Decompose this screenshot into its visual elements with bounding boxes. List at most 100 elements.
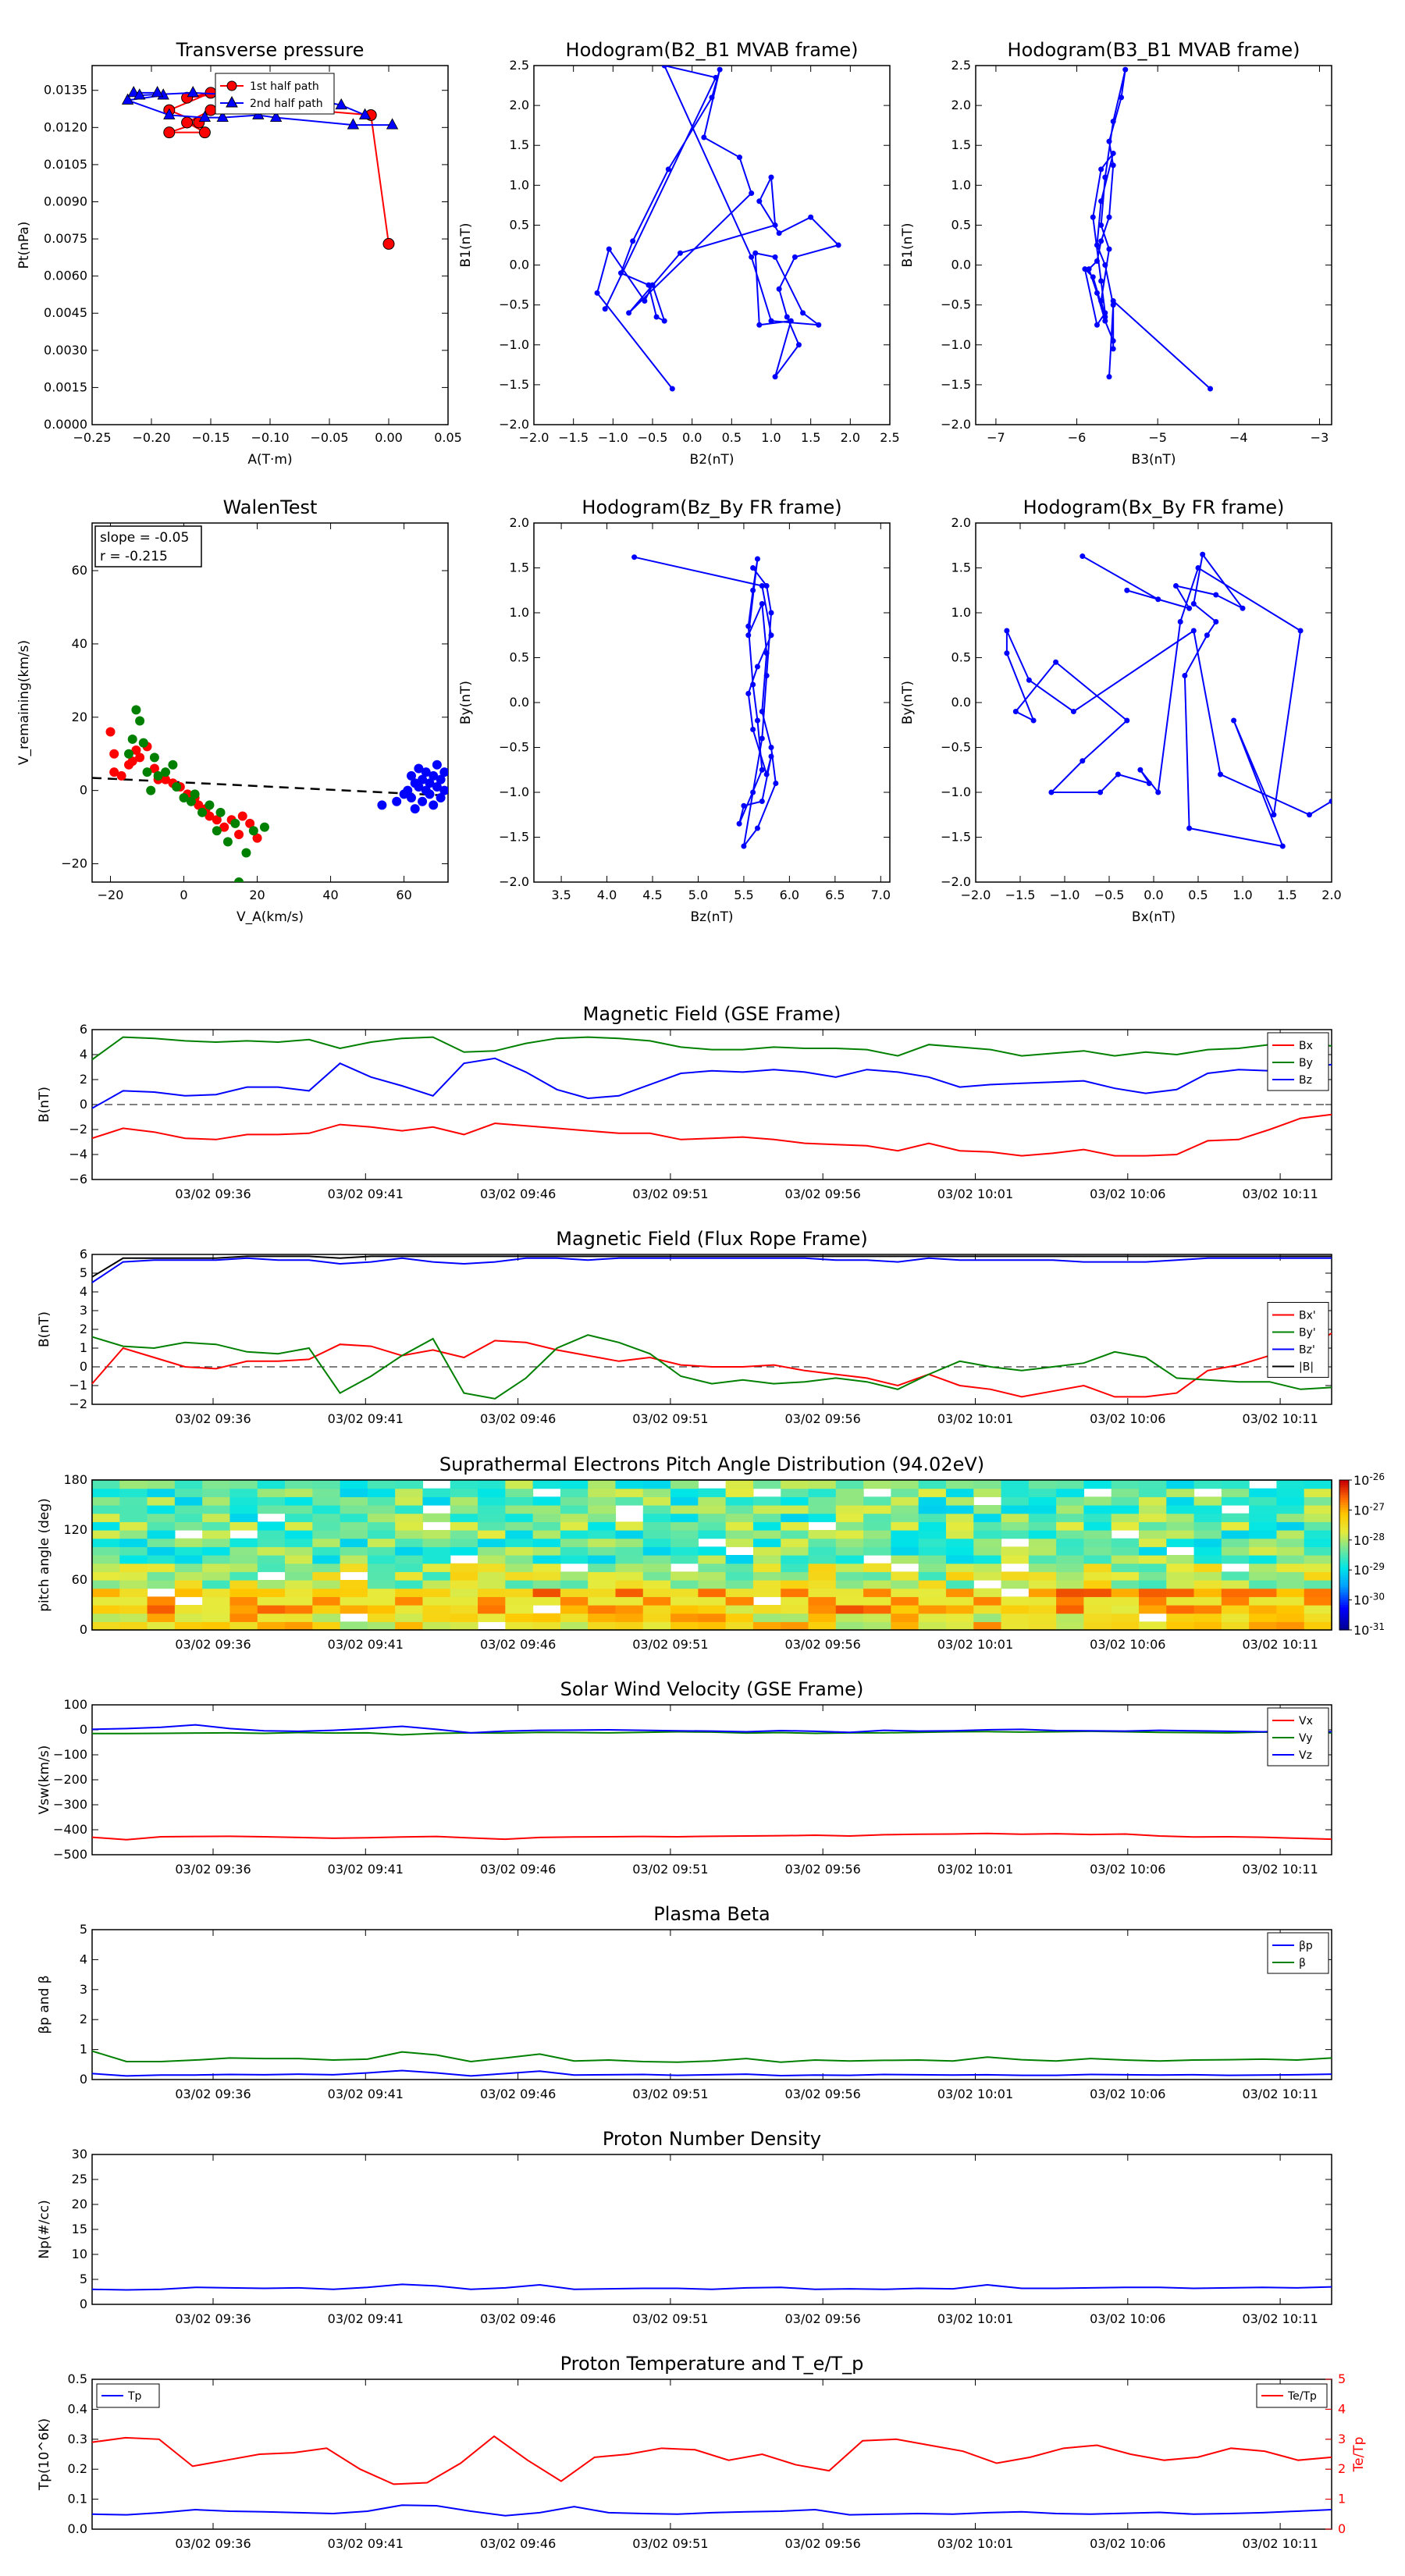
heatmap-cell [478, 1588, 506, 1597]
heatmap-cell [615, 1596, 644, 1606]
heatmap-cell [835, 1596, 864, 1606]
heatmap-cell [670, 1588, 699, 1597]
colorbar-exponent: -26 [1369, 1471, 1385, 1482]
heatmap-cell [1276, 1580, 1305, 1589]
heatmap-cell [752, 1530, 781, 1539]
y-tick-label: 120 [63, 1522, 87, 1537]
y-tick-label: 0 [80, 1359, 87, 1374]
y-tick-label: 0.5 [510, 650, 529, 665]
heatmap-cell [395, 1588, 424, 1597]
heatmap-cell [560, 1488, 589, 1497]
heatmap-cell [1166, 1530, 1195, 1539]
heatmap-cell [1166, 1621, 1195, 1631]
heatmap-cell [202, 1613, 231, 1622]
heatmap-cell [1028, 1563, 1057, 1572]
heatmap-cell [1221, 1546, 1250, 1556]
y-tick-label: 6 [80, 1022, 87, 1037]
heatmap-cell [147, 1538, 176, 1547]
x-tick-label: 03/02 09:56 [785, 2087, 861, 2101]
x-tick-label: 03/02 09:41 [328, 1187, 404, 1201]
heatmap-cell [395, 1530, 424, 1539]
heatmap-cell [1193, 1538, 1222, 1547]
heatmap-cell [1138, 1488, 1167, 1497]
heatmap-cell [478, 1480, 506, 1489]
heatmap-cell [532, 1588, 561, 1597]
heatmap-cell [1304, 1563, 1332, 1572]
heatmap-cell [808, 1605, 837, 1614]
heatmap-cell [532, 1505, 561, 1514]
heatmap-cell [202, 1563, 231, 1572]
heatmap-cell [1138, 1588, 1167, 1597]
heatmap-cell [119, 1588, 148, 1597]
heatmap-cell [312, 1546, 341, 1556]
heatmap-cell [698, 1530, 727, 1539]
heatmap-cell [312, 1563, 341, 1572]
panel-transverse: Transverse pressure −0.25 −0.20 −0.15 −0.10 −… [16, 39, 462, 468]
heatmap-cell [1304, 1480, 1332, 1489]
x-tick-label: 03/02 09:51 [632, 1411, 708, 1426]
data-point [1026, 677, 1032, 683]
data-point [754, 556, 760, 562]
heatmap-cell [1083, 1596, 1112, 1606]
heatmap-cell [1083, 1563, 1112, 1572]
heatmap-cell [395, 1555, 424, 1564]
heatmap-cell [340, 1605, 368, 1614]
heatmap-cell [1221, 1488, 1250, 1497]
heatmap-cell [1138, 1505, 1167, 1514]
data-point [713, 74, 719, 80]
heatmap-cell [202, 1488, 231, 1497]
data-point [617, 270, 624, 276]
x-tick-label: 03/02 10:11 [1242, 2311, 1318, 2326]
data-point [151, 86, 164, 98]
heatmap-cell [422, 1513, 451, 1522]
heatmap-cell [725, 1480, 754, 1489]
heatmap-cell [229, 1613, 258, 1622]
heatmap-cell [505, 1613, 534, 1622]
heatmap-cell [642, 1605, 671, 1614]
heatmap-cell [1221, 1613, 1250, 1622]
y-tick-label: 0.0015 [44, 379, 87, 394]
plot-frame [533, 522, 891, 883]
x-tick-label: 03/02 09:41 [328, 2087, 404, 2101]
heatmap-cell [367, 1588, 396, 1597]
heatmap-cell [1221, 1538, 1250, 1547]
heatmap-cell [505, 1621, 534, 1631]
heatmap-cell [367, 1538, 396, 1547]
heatmap-cell [395, 1505, 424, 1514]
heatmap-cell [725, 1621, 754, 1631]
chart-title: Plasma Beta [653, 1903, 770, 1925]
y-tick-label: 6 [80, 1247, 87, 1261]
heatmap-cell [1221, 1621, 1250, 1631]
heatmap-cell [781, 1496, 809, 1506]
heatmap-cell [863, 1538, 891, 1547]
colorbar-label: 10-28 [1353, 1532, 1385, 1548]
legend-label: |B| [1299, 1361, 1314, 1373]
heatmap-cell [1028, 1546, 1057, 1556]
heatmap-cell [1221, 1571, 1250, 1581]
y-tick-label: −2.0 [941, 417, 971, 432]
heatmap-cell [560, 1530, 589, 1539]
heatmap-cell [532, 1521, 561, 1531]
heatmap-cell [1304, 1621, 1332, 1631]
data-point [259, 822, 269, 832]
heatmap-cell [891, 1613, 919, 1622]
heatmap-cell [532, 1613, 561, 1622]
data-point [382, 237, 395, 250]
heatmap-cell [752, 1505, 781, 1514]
heatmap-cell [781, 1588, 809, 1597]
heatmap-cell [615, 1571, 644, 1581]
heatmap-cell [1056, 1580, 1084, 1589]
data-point [1106, 214, 1112, 220]
x-tick-label: −0.15 [191, 430, 229, 445]
heatmap-cell [285, 1546, 313, 1556]
data-point [131, 705, 141, 715]
heatmap-cell [395, 1496, 424, 1506]
heatmap-cell [119, 1496, 148, 1506]
heatmap-cell [92, 1563, 120, 1572]
heatmap-cell [147, 1563, 176, 1572]
data-point [701, 134, 707, 141]
y-axis-label: βp and β [37, 1975, 52, 2033]
heatmap-cell [642, 1521, 671, 1531]
heatmap-cell [119, 1521, 148, 1531]
data-point [1110, 119, 1116, 125]
